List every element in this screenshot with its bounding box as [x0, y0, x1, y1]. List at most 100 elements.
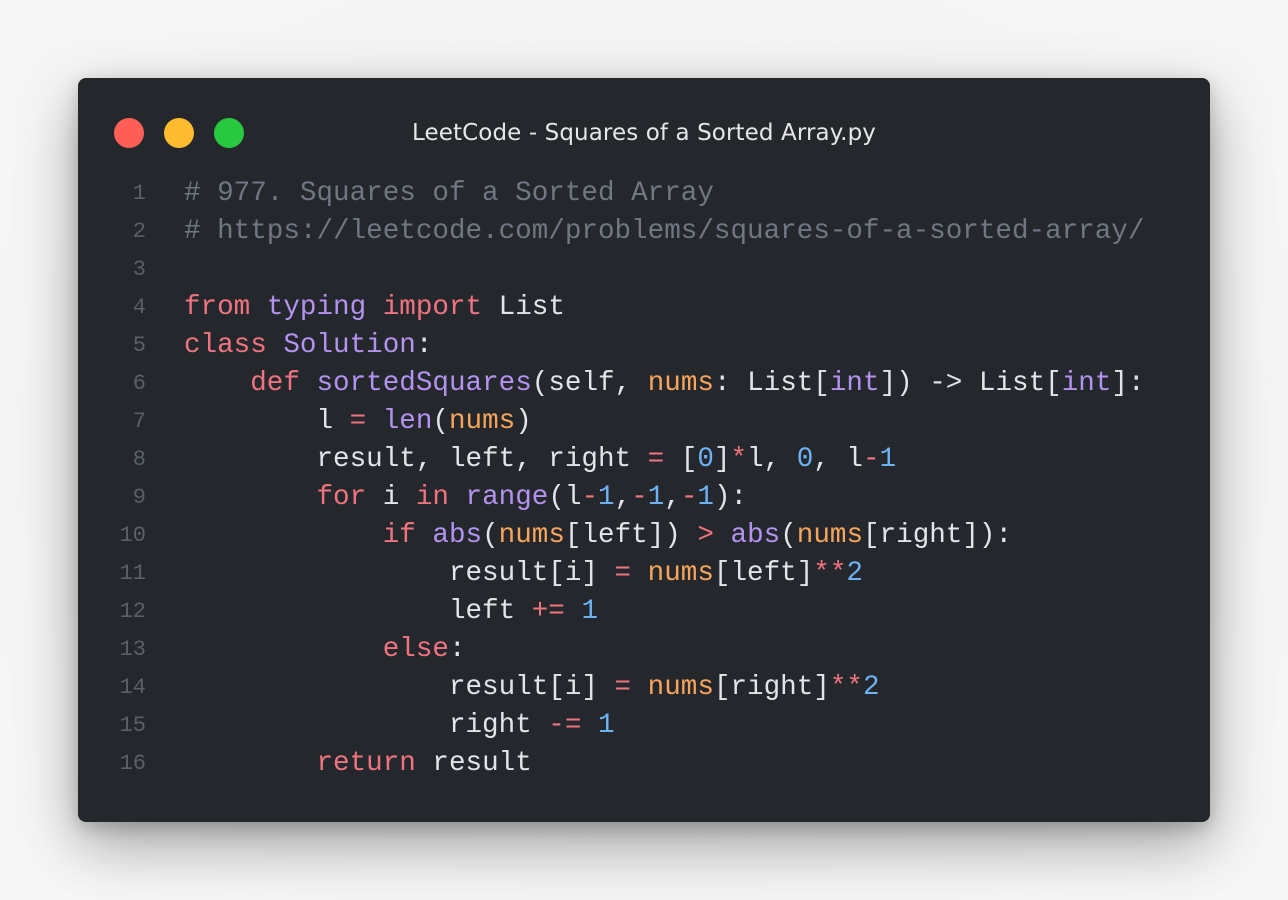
token-op: =: [647, 444, 665, 475]
code-text: else:: [184, 631, 466, 669]
token-plain: [left]): [564, 520, 698, 551]
token-op: +=: [531, 596, 565, 627]
token-op: -: [581, 482, 599, 513]
code-text: # 977. Squares of a Sorted Array: [184, 175, 714, 213]
code-line: 8 result, left, right = [0]*l, 0, l-1: [78, 441, 1210, 479]
token-plain: ,: [614, 482, 632, 513]
token-kw: if: [382, 520, 416, 551]
code-line: 11 result[i] = nums[left]**2: [78, 555, 1210, 593]
code-line: 2 # https://leetcode.com/problems/squares…: [78, 213, 1210, 251]
token-var: nums: [498, 520, 565, 551]
token-kw: class: [184, 330, 267, 361]
token-op: -=: [548, 710, 582, 741]
token-num: 1: [581, 596, 598, 627]
code-text: class Solution:: [184, 327, 432, 365]
line-number: 15: [119, 713, 146, 738]
token-plain: [: [664, 444, 698, 475]
line-number: 9: [132, 485, 146, 510]
code-line: 3: [78, 251, 1210, 289]
code-text: # https://leetcode.com/problems/squares-…: [184, 213, 1144, 251]
line-number: 13: [119, 637, 146, 662]
token-plain: result, left, right: [184, 444, 648, 475]
token-kw: return: [316, 748, 416, 779]
token-builtin: range: [465, 482, 549, 513]
code-text: result, left, right = [0]*l, 0, l-1: [184, 441, 896, 479]
token-plain: , l: [813, 444, 863, 475]
token-plain: ]: [713, 444, 731, 475]
token-plain: : List[: [713, 368, 830, 399]
token-builtin: abs: [730, 520, 781, 551]
token-num: 0: [796, 444, 814, 475]
code-text: return result: [184, 745, 532, 783]
token-plain: List: [482, 292, 565, 323]
line-number: 1: [132, 181, 146, 206]
token-kw: def: [250, 368, 300, 399]
line-number: 12: [119, 599, 146, 624]
token-op: **: [829, 672, 863, 703]
token-plain: left: [184, 596, 532, 627]
code-text: for i in range(l-1,-1,-1):: [184, 479, 747, 517]
token-plain: i: [366, 482, 416, 513]
line-number: 8: [132, 447, 146, 472]
token-op: -: [862, 444, 880, 475]
code-text: left += 1: [184, 593, 598, 631]
token-num: 1: [879, 444, 897, 475]
token-fn: sortedSquares: [316, 368, 532, 399]
code-line: 5 class Solution:: [78, 327, 1210, 365]
token-kw: for: [316, 482, 367, 513]
token-kw: in: [415, 482, 449, 513]
token-plain: l,: [747, 444, 797, 475]
token-plain: ,: [664, 482, 681, 513]
token-kw: from: [184, 292, 251, 323]
code-line: 1 # 977. Squares of a Sorted Array: [78, 175, 1210, 213]
line-number: 7: [132, 409, 146, 434]
token-kw: import: [382, 292, 483, 323]
token-builtin: len: [382, 406, 433, 437]
code-text: from typing import List: [184, 289, 565, 327]
token-cls: Solution: [283, 330, 416, 361]
code-text: result[i] = nums[right]**2: [184, 669, 880, 707]
token-plain: ): [515, 406, 532, 437]
token-op: =: [349, 406, 367, 437]
token-plain: (l: [548, 482, 582, 513]
token-var: nums: [448, 406, 516, 437]
token-plain: :: [448, 634, 466, 665]
token-num: 2: [846, 558, 863, 589]
token-plain: right: [184, 710, 549, 741]
token-plain: ]:: [1111, 368, 1145, 399]
token-mod: typing: [266, 292, 367, 323]
token-comment: # 977. Squares of a Sorted Array: [184, 178, 714, 209]
code-editor[interactable]: 1 # 977. Squares of a Sorted Array 2 # http…: [78, 175, 1210, 783]
token-plain: result: [415, 748, 532, 779]
token-var: nums: [647, 672, 714, 703]
token-var: nums: [796, 520, 864, 551]
code-line: 7 l = len(nums): [78, 403, 1210, 441]
token-var: nums: [647, 558, 714, 589]
token-plain: (self,: [531, 368, 648, 399]
code-line: 13 else:: [78, 631, 1210, 669]
code-line: 4 from typing import List: [78, 289, 1210, 327]
token-builtin: int: [1061, 368, 1112, 399]
code-line: 14 result[i] = nums[right]**2: [78, 669, 1210, 707]
line-number: 5: [132, 333, 146, 358]
token-num: 1: [598, 482, 615, 513]
token-plain: (: [482, 520, 499, 551]
token-builtin: int: [829, 368, 880, 399]
code-line: 15 right -= 1: [78, 707, 1210, 745]
window-title: LeetCode - Squares of a Sorted Array.py: [412, 120, 876, 146]
line-number: 2: [132, 219, 146, 244]
